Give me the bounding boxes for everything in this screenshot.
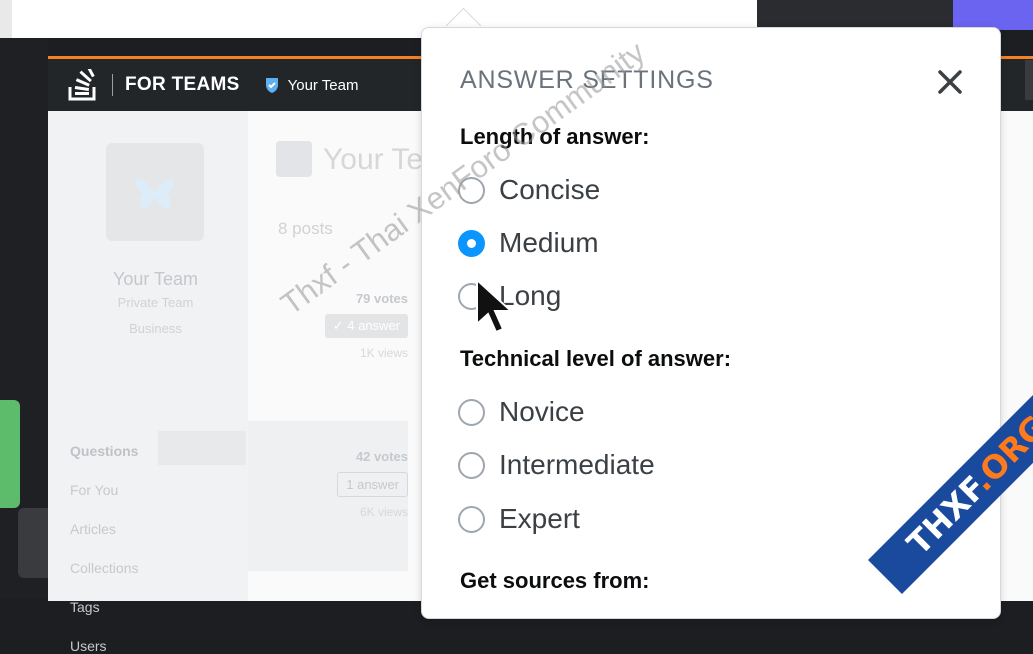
get-sources-label: Get sources from: — [460, 568, 650, 593]
length-of-answer-label: Length of answer: — [460, 124, 650, 149]
sidebar-team-name: Your Team — [112, 269, 199, 289]
post-answers-badge: ✓ 4 answer — [324, 314, 408, 338]
post-answers-count: 4 answer — [347, 318, 400, 333]
top-shade — [0, 0, 12, 38]
level-option-expert[interactable]: Expert — [458, 503, 580, 535]
purple-top-button[interactable] — [953, 0, 1033, 30]
radio-button[interactable] — [458, 398, 485, 426]
radio-label: Expert — [499, 503, 580, 534]
radio-button[interactable] — [458, 505, 485, 533]
post-stats[interactable]: 42 votes 1 answer 6K views — [298, 449, 408, 519]
length-option-concise[interactable]: Concise — [458, 174, 600, 206]
radio-label: Novice — [499, 396, 585, 427]
length-option-medium[interactable]: Medium — [458, 227, 599, 259]
sidebar-plan: Business — [129, 321, 182, 336]
team-avatar — [106, 143, 204, 241]
sidebar-team-type: Private Team — [117, 295, 194, 310]
stackoverflow-logo-icon[interactable] — [68, 69, 98, 101]
header-divider — [112, 74, 113, 96]
sidebar-item-questions[interactable]: Questions — [70, 443, 138, 459]
nav-active-highlight — [158, 431, 246, 465]
radio-label: Medium — [499, 227, 599, 258]
length-option-long[interactable]: Long — [458, 280, 561, 312]
green-side-tab[interactable] — [0, 400, 20, 508]
butterfly-icon — [135, 178, 175, 209]
post-votes: 79 votes — [355, 291, 408, 306]
radio-label: Concise — [499, 174, 601, 205]
radio-button[interactable] — [458, 451, 485, 479]
sidebar-item-users[interactable]: Users — [70, 638, 107, 654]
technical-level-label: Technical level of answer: — [460, 346, 732, 371]
post-answers-badge: 1 answer — [337, 472, 408, 497]
close-icon[interactable] — [934, 66, 966, 98]
radio-button[interactable] — [458, 282, 485, 310]
sidebar-item-tags[interactable]: Tags — [70, 599, 100, 615]
right-scroll-strip[interactable] — [1025, 60, 1033, 100]
sidebar: Your Team Private Team Business Question… — [48, 111, 248, 654]
team-shield-icon — [265, 78, 278, 93]
answer-settings-popup: ANSWER SETTINGS Length of answer: Concis… — [421, 27, 1001, 619]
post-views: 6K views — [359, 505, 408, 519]
sidebar-item-for-you[interactable]: For You — [70, 482, 118, 498]
sidebar-item-collections[interactable]: Collections — [70, 560, 138, 576]
radio-button[interactable] — [458, 176, 485, 204]
radio-label: Intermediate — [499, 449, 655, 480]
post-views: 1K views — [359, 346, 408, 360]
for-teams-label[interactable]: FOR TEAMS — [125, 74, 240, 96]
posts-count: 8 posts — [278, 219, 333, 238]
popup-title: ANSWER SETTINGS — [460, 66, 714, 94]
sidebar-item-articles[interactable]: Articles — [70, 521, 116, 537]
post-votes: 42 votes — [355, 449, 408, 464]
level-option-novice[interactable]: Novice — [458, 396, 585, 428]
radio-button-checked[interactable] — [458, 229, 485, 257]
radio-label: Long — [499, 280, 562, 311]
team-switcher-label: Your Team — [287, 76, 359, 94]
level-option-intermediate[interactable]: Intermediate — [458, 449, 655, 481]
post-stats[interactable]: 79 votes ✓ 4 answer 1K views — [298, 291, 408, 360]
grey-side-tab[interactable] — [18, 508, 48, 578]
team-title-icon — [276, 141, 312, 177]
team-switcher[interactable]: Your Team — [262, 75, 359, 95]
dark-top-bar — [757, 0, 953, 30]
